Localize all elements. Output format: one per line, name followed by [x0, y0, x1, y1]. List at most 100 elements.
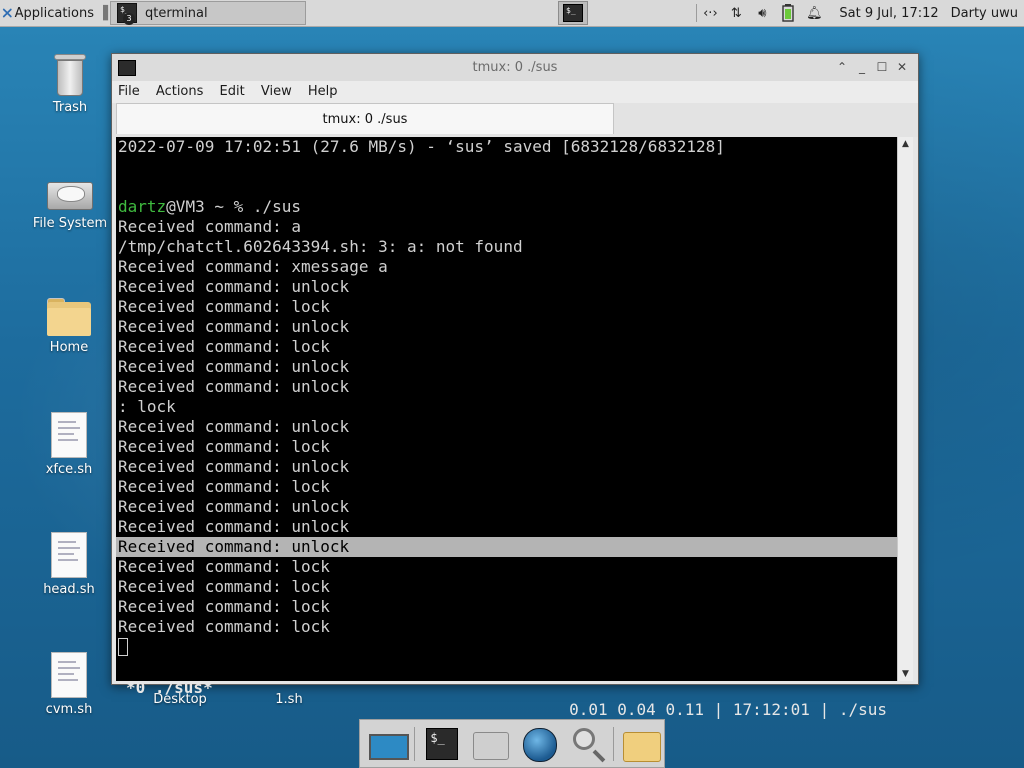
show-desktop-icon [369, 733, 409, 760]
applications-label: Applications [14, 5, 94, 21]
xfce-logo-icon [2, 8, 12, 18]
show-desktop-button[interactable] [367, 724, 409, 764]
desktop-icon-1-sh[interactable]: 1.sh [244, 686, 334, 707]
home-folder-icon [472, 731, 509, 760]
terminal-line: : lock [118, 397, 176, 416]
terminal-launcher[interactable]: $_ [420, 724, 462, 764]
terminal-icon [563, 4, 583, 22]
terminal-line: Received command: lock [118, 577, 330, 596]
terminal-line: /tmp/chatctl.602643394.sh: 3: a: not fou… [118, 237, 523, 256]
close-button[interactable]: ✕ [892, 59, 912, 75]
terminal-line: Received command: unlock [118, 357, 350, 376]
applications-menu-button[interactable]: Applications ▐ [0, 0, 108, 26]
minimize-button[interactable]: _ [852, 59, 872, 75]
menu-file[interactable]: File [112, 81, 146, 99]
desktop-icon-home[interactable]: Home [24, 298, 114, 355]
prompt-user: dartz [118, 197, 167, 216]
window-title: tmux: 0 ./sus [472, 60, 558, 75]
taskbar-qterminal-button[interactable]: 3 qterminal [110, 1, 306, 25]
script-file-icon [51, 652, 87, 698]
terminal-cursor [118, 638, 128, 656]
menu-bar: File Actions Edit View Help [112, 81, 918, 103]
desktop-icon-label: xfce.sh [45, 462, 93, 477]
desktop-icon-label: File System [32, 216, 108, 231]
terminal-line: Received command: unlock [118, 497, 350, 516]
terminal-line: Received command: lock [118, 557, 330, 576]
terminal-line: Received command: unlock [118, 417, 350, 436]
trash-icon [54, 54, 86, 96]
web-browser-launcher[interactable] [517, 724, 559, 764]
taskbar-qterminal-label: qterminal [145, 5, 208, 21]
tmux-window-name: *0 ./sus* [126, 678, 213, 697]
maximize-button[interactable]: ☐ [872, 59, 892, 75]
tmux-status-right: 0.01 0.04 0.11 | 17:12:01 | ./sus [569, 700, 887, 719]
folder-launcher[interactable] [619, 724, 661, 764]
app-finder-launcher[interactable] [565, 724, 607, 764]
system-tray: ‹·› ⇅ 🔊︎ 🔔︎ Sat 9 Jul, 17:12 Darty uwu [695, 0, 1024, 26]
terminal-line: Received command: unlock [118, 377, 350, 396]
dock-separator [414, 726, 416, 761]
battery-icon[interactable] [777, 4, 799, 22]
desktop-icon-label: Trash [52, 100, 88, 115]
user-menu[interactable]: Darty uwu [951, 6, 1018, 21]
menu-actions[interactable]: Actions [150, 81, 210, 99]
terminal-line: Received command: unlock [118, 457, 350, 476]
terminal-line: Received command: lock [118, 477, 330, 496]
code-arrows-icon[interactable]: ‹·› [699, 4, 721, 22]
terminal-line: Received command: lock [118, 597, 330, 616]
folder-icon [622, 731, 661, 762]
desktop-icon-head-sh[interactable]: head.sh [24, 532, 114, 597]
window-titlebar[interactable]: tmux: 0 ./sus ⌃ _ ☐ ✕ [112, 54, 918, 82]
globe-icon [523, 727, 557, 762]
clock[interactable]: Sat 9 Jul, 17:12 [839, 6, 938, 21]
prompt-command: @VM3 ~ % ./sus [166, 197, 302, 216]
terminal-line: Received command: unlock [118, 317, 350, 336]
scroll-up-icon[interactable]: ▲ [898, 137, 913, 151]
file-manager-launcher[interactable] [469, 724, 511, 764]
script-file-icon [51, 532, 87, 578]
terminal-line: 2022-07-09 17:02:51 (27.6 MB/s) - ‘sus’ … [118, 137, 725, 156]
desktop-icon-label: Home [49, 340, 89, 355]
scroll-down-icon[interactable]: ▼ [898, 667, 913, 681]
network-updown-icon[interactable]: ⇅ [725, 4, 747, 22]
desktop-icon-label: 1.sh [275, 692, 303, 707]
tab-bar: tmux: 0 ./sus [112, 103, 918, 137]
desktop-icon-trash[interactable]: Trash [25, 54, 115, 115]
menu-help[interactable]: Help [302, 81, 344, 99]
terminal-line: Received command: xmessage a [118, 257, 388, 276]
tmux-status-bar: *0 ./sus* 0.01 0.04 0.11 | 17:12:01 | ./… [116, 655, 897, 719]
desktop-icon-xfce-sh[interactable]: xfce.sh [24, 412, 114, 477]
volume-icon[interactable]: 🔊︎ [751, 4, 773, 22]
menu-view[interactable]: View [255, 81, 298, 99]
terminal-line-selected: Received command: unlock [118, 537, 350, 556]
terminal-scrollbar[interactable]: ▲ ▼ [897, 137, 913, 681]
window-count-badge: 3 [123, 13, 135, 25]
terminal-line: Received command: lock [118, 617, 330, 636]
workspace-terminal-button[interactable] [558, 1, 588, 25]
desktop-icon-cvm-sh[interactable]: cvm.sh [24, 652, 114, 717]
menu-edit[interactable]: Edit [214, 81, 251, 99]
desktop-icon-label: cvm.sh [45, 702, 93, 717]
terminal-line: Received command: lock [118, 337, 330, 356]
terminal-window: tmux: 0 ./sus ⌃ _ ☐ ✕ File Actions Edit … [111, 53, 919, 719]
terminal-icon: $_ [426, 727, 459, 760]
terminal-output[interactable]: 2022-07-09 17:02:51 (27.6 MB/s) - ‘sus’ … [116, 137, 897, 719]
home-folder-icon [47, 298, 91, 336]
bottom-dock: $_ [359, 719, 665, 768]
desktop-icon-label: head.sh [43, 582, 95, 597]
desktop-icon-file-system[interactable]: File System [25, 178, 115, 231]
terminal-line: Received command: unlock [118, 277, 350, 296]
notification-bell-icon[interactable]: 🔔︎ [803, 4, 825, 22]
terminal-line: Received command: a [118, 217, 302, 236]
magnifier-icon [573, 727, 596, 750]
drive-icon [47, 178, 93, 212]
chevron-separator-icon: ▐ [98, 5, 108, 21]
shade-button[interactable]: ⌃ [832, 59, 852, 75]
dock-separator [612, 726, 614, 761]
terminal-line: Received command: lock [118, 297, 330, 316]
terminal-prompt-line: dartz@VM3 ~ % ./sus [118, 197, 301, 217]
tab-tmux[interactable]: tmux: 0 ./sus [116, 103, 614, 134]
terminal-line: Received command: unlock [118, 517, 350, 536]
terminal-line: Received command: lock [118, 437, 330, 456]
top-panel: Applications ▐ 3 qterminal ‹·› ⇅ 🔊︎ 🔔︎ S… [0, 0, 1024, 27]
